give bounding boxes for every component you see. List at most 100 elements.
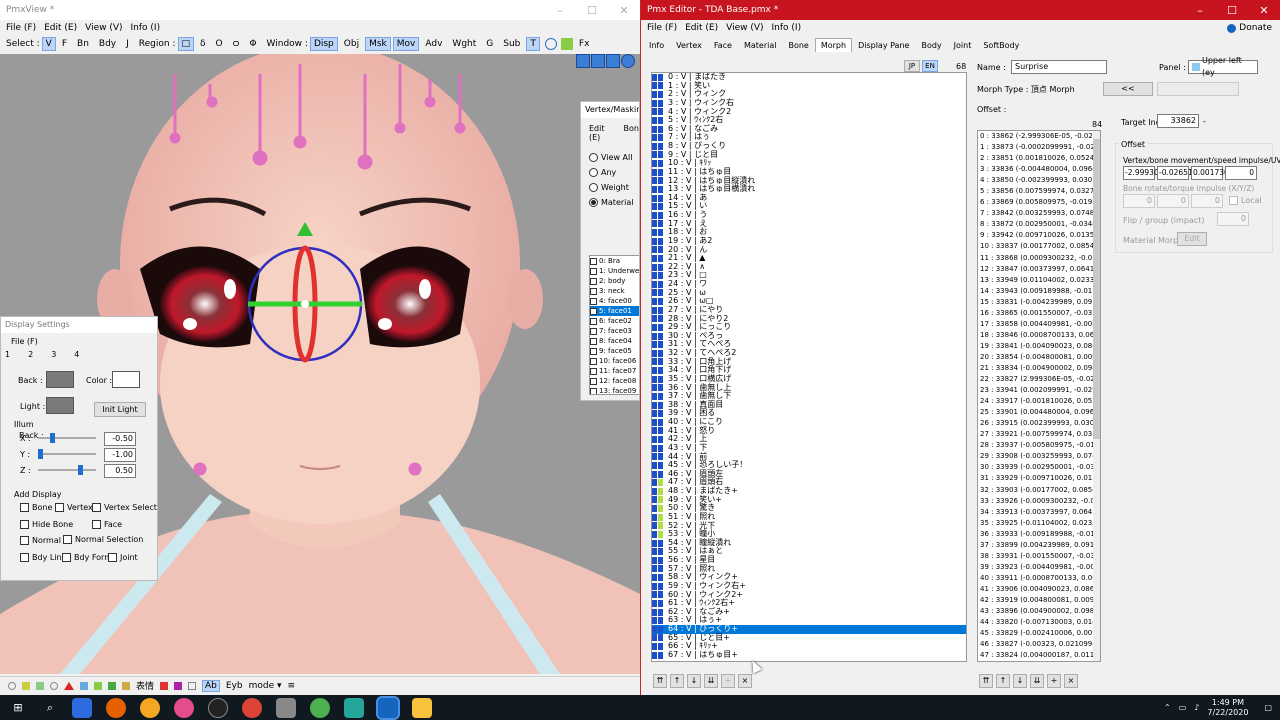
select-joint[interactable]: J: [122, 37, 133, 51]
offset-list-item[interactable]: 31 : 33929 (-0.009710026, 0.0135: [978, 473, 1100, 484]
tool-l-icon[interactable]: [188, 681, 197, 690]
offset-list-item[interactable]: 22 : 33827 (2.999306E-05, -0.026: [978, 374, 1100, 385]
tool-a-icon[interactable]: [8, 681, 16, 690]
window-g[interactable]: G: [482, 37, 497, 51]
lang-jp-button[interactable]: JP: [904, 60, 920, 72]
scrollbar-thumb[interactable]: [1093, 139, 1100, 439]
ds-checkbox-bdy-line[interactable]: Bdy Line: [20, 553, 67, 562]
offset-list-item[interactable]: 8 : 33872 (0.002950001, -0.03449: [978, 219, 1100, 230]
menu-view[interactable]: View (V): [85, 23, 122, 33]
y-value-field[interactable]: -1.00: [104, 448, 136, 462]
offset-list-item[interactable]: 15 : 33831 (-0.004239989, 0.0917: [978, 297, 1100, 308]
window-mov[interactable]: Mov: [392, 37, 420, 51]
offset-list-item[interactable]: 26 : 33915 (0.002399993, 0.0307: [978, 418, 1100, 429]
offset-list-item[interactable]: 16 : 33865 (0.001550007, -0.0350: [978, 308, 1100, 319]
ds-checkbox-hide-bone[interactable]: Hide Bone: [20, 520, 73, 529]
window-disp[interactable]: Disp: [309, 37, 338, 51]
app-icon-6[interactable]: [344, 697, 364, 718]
menu-edit[interactable]: Edit (E): [44, 23, 77, 33]
ds-checkbox-normal[interactable]: Normal: [20, 536, 61, 545]
region-rect[interactable]: □: [177, 37, 195, 51]
list-button[interactable]: ≡: [288, 681, 296, 691]
material-list-item[interactable]: 7: face03: [590, 326, 639, 336]
offset-list-scrollbar[interactable]: [1093, 131, 1100, 661]
ab-button[interactable]: Ab: [202, 679, 220, 692]
menu-info[interactable]: Info (I): [131, 23, 161, 33]
offset-list-item[interactable]: 14 : 33943 (0.009189988, -0.0174: [978, 286, 1100, 297]
material-list-item[interactable]: 6: face02: [590, 316, 639, 326]
select-face[interactable]: F: [58, 37, 71, 51]
menu-file[interactable]: File (F): [647, 23, 677, 33]
lang-en-button[interactable]: EN: [922, 60, 938, 72]
explorer-icon[interactable]: [412, 697, 432, 718]
eyb-button[interactable]: Eyb: [226, 681, 243, 691]
offset-list-item[interactable]: 19 : 33841 (-0.004090023, 0.0861: [978, 341, 1100, 352]
material-list-item[interactable]: 9: face05: [590, 346, 639, 356]
tool-e-icon[interactable]: [64, 681, 74, 690]
offset-bottom-button[interactable]: ⇊: [1030, 674, 1044, 688]
mode-dropdown[interactable]: mode ▾: [249, 681, 282, 691]
grid-icon[interactable]: [560, 38, 573, 50]
offset-list-item[interactable]: 33 : 33926 (-0.0009300232, -0.037: [978, 496, 1100, 507]
menu-file[interactable]: File (F): [6, 23, 36, 33]
viewport-3d[interactable]: Vertex/Masking Edit (E) Bon View All Any…: [0, 54, 640, 674]
material-list-item[interactable]: 4: face00: [590, 296, 639, 306]
offset-list-item[interactable]: 6 : 33869 (0.005809975, -0.01984: [978, 197, 1100, 208]
select-body[interactable]: Bdy: [95, 37, 120, 51]
ds-checkbox-vertex[interactable]: Vertex: [55, 503, 93, 512]
offset-list-item[interactable]: 17 : 33858 (0.004409981, -0.0087: [978, 319, 1100, 330]
tool-j-icon[interactable]: [160, 681, 169, 690]
offset-list-item[interactable]: 13 : 33949 (0.01104002, 0.02337: [978, 275, 1100, 286]
window-adv[interactable]: Adv: [421, 37, 446, 51]
search-icon[interactable]: ⌕: [40, 698, 60, 718]
move-icon[interactable]: [576, 54, 590, 68]
x-value-field[interactable]: -0.50: [104, 432, 136, 446]
material-list-item[interactable]: 5: face01: [590, 306, 639, 316]
offset-list-item[interactable]: 45 : 33829 (-0.002410006, 0.0019: [978, 628, 1100, 639]
offset-down-button[interactable]: ↓: [1013, 674, 1027, 688]
offset-list-item[interactable]: 1 : 33873 (-0.0002099991, -0.0294: [978, 142, 1100, 153]
firefox-icon[interactable]: [106, 697, 126, 718]
local-checkbox[interactable]: Local: [1229, 196, 1262, 205]
windows-start-icon[interactable]: ⊞: [8, 698, 28, 718]
menu-view[interactable]: View (V): [726, 23, 763, 33]
app-icon-3[interactable]: [208, 697, 228, 718]
radio-view-all[interactable]: View All: [589, 150, 639, 165]
offset-list-item[interactable]: 35 : 33925 (-0.01104002, 0.02337: [978, 518, 1100, 529]
tool-c-icon[interactable]: [36, 681, 44, 690]
name-field[interactable]: Surprise: [1011, 60, 1107, 74]
offset-list-item[interactable]: 3 : 33836 (-0.004480004, 0.09643: [978, 164, 1100, 175]
region-phi[interactable]: Φ: [245, 37, 260, 51]
offset-list-item[interactable]: 39 : 33923 (-0.004409981, -0.0087: [978, 562, 1100, 573]
material-list[interactable]: 0: Bra 1: Underwe 2: body 3: neck 4: face00 5…: [589, 255, 639, 395]
offset-list-item[interactable]: 5 : 33856 (0.007599974, 0.03275: [978, 186, 1100, 197]
select-vertex[interactable]: V: [41, 37, 56, 51]
menu-info[interactable]: Info (I): [772, 23, 802, 33]
vertex-move-z[interactable]: 0.001730: [1191, 166, 1229, 180]
down-button[interactable]: ↓: [687, 674, 701, 688]
tool-f-icon[interactable]: [80, 681, 88, 690]
offset-list-item[interactable]: 23 : 33941 (0.002099991, -0.029: [978, 385, 1100, 396]
back-color-swatch[interactable]: [46, 371, 74, 388]
z-value-field[interactable]: 0.50: [104, 464, 136, 478]
window-sub[interactable]: Sub: [499, 37, 524, 51]
x-slider[interactable]: [38, 433, 96, 443]
maximize-button[interactable]: ☐: [1216, 4, 1248, 17]
tab-joint[interactable]: Joint: [948, 38, 978, 52]
ds-checkbox-joint[interactable]: Joint: [108, 553, 138, 562]
bone-rotate-z[interactable]: 0: [1191, 194, 1223, 208]
init-light-button[interactable]: Init Light: [94, 402, 146, 417]
expression-button[interactable]: 表情: [136, 679, 154, 692]
material-list-item[interactable]: 1: Underwe: [590, 266, 639, 276]
offset-list-item[interactable]: 0 : 33862 (-2.999306E-05, -0.026F: [978, 131, 1100, 142]
add-button[interactable]: +: [721, 674, 735, 688]
bottom-button[interactable]: ⇊: [704, 674, 718, 688]
material-list-item[interactable]: 10: face06: [590, 356, 639, 366]
donate-button[interactable]: Donate: [1227, 23, 1272, 33]
bone-rotate-x[interactable]: 0: [1123, 194, 1155, 208]
material-list-item[interactable]: 2: body: [590, 276, 639, 286]
offset-list-item[interactable]: 21 : 33834 (-0.004900002, 0.0985: [978, 363, 1100, 374]
vertex-move-x[interactable]: -2.99930: [1123, 166, 1159, 180]
ds-checkbox-vertex-select[interactable]: Vertex Select: [92, 503, 157, 512]
delete-button[interactable]: ×: [738, 674, 752, 688]
